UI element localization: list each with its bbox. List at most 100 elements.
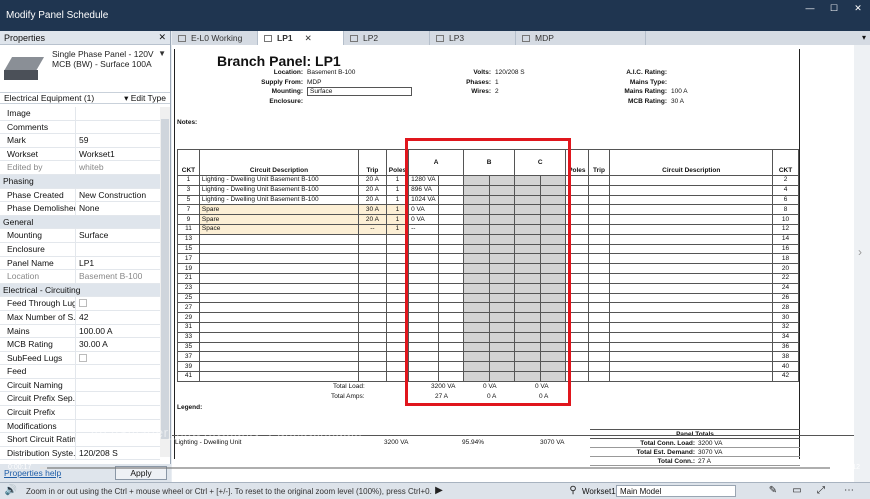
cell-ckt-r[interactable]: 34 (772, 331, 799, 343)
cell[interactable] (587, 184, 611, 196)
tab-lp3[interactable]: LP3 (430, 31, 516, 45)
cell[interactable] (609, 302, 774, 314)
cell-desc[interactable] (198, 272, 360, 284)
filter-icon[interactable]: ⚲ (566, 485, 580, 497)
cell-desc[interactable] (198, 233, 360, 245)
cell-ckt-r[interactable]: 40 (772, 361, 799, 372)
cell-ckt[interactable]: 37 (177, 351, 200, 363)
cell-ckt[interactable]: 33 (177, 331, 200, 343)
cell-ckt-r[interactable]: 24 (772, 282, 799, 294)
property-value[interactable]: Basement B-100 (76, 270, 160, 283)
cell-desc[interactable] (198, 321, 360, 333)
property-value[interactable]: 42 (76, 311, 160, 324)
property-value[interactable] (76, 365, 160, 378)
panel-schedule-view[interactable]: Branch Panel: LP1 Location: Basement B-10… (172, 45, 854, 482)
cell[interactable] (609, 341, 774, 353)
cell-trip[interactable]: 20 A (358, 184, 387, 196)
property-value[interactable] (76, 243, 160, 256)
cell-ckt-r[interactable]: 26 (772, 292, 799, 304)
video-progress[interactable]: 0:00:17 0:00:12 (0, 461, 870, 475)
cell-ckt[interactable]: 25 (177, 292, 200, 304)
cell-ckt-r[interactable]: 18 (772, 253, 799, 265)
cell-trip[interactable]: 20 A (358, 175, 387, 186)
cell-trip[interactable] (358, 272, 387, 284)
cell-ckt[interactable]: 15 (177, 243, 200, 255)
cell[interactable] (609, 312, 774, 323)
property-value[interactable] (76, 379, 160, 392)
checkbox[interactable] (79, 353, 87, 362)
property-value[interactable]: New Construction (76, 189, 160, 202)
cell-ckt[interactable]: 39 (177, 361, 200, 372)
property-value[interactable] (76, 406, 160, 419)
cell-ckt-r[interactable]: 16 (772, 243, 799, 255)
more-icon[interactable]: ⋯ (842, 485, 856, 497)
cell-desc[interactable] (198, 370, 360, 382)
cell-trip[interactable] (358, 370, 387, 382)
cell-desc[interactable] (198, 292, 360, 304)
cell[interactable] (609, 282, 774, 294)
cell-trip[interactable] (358, 321, 387, 333)
cell-trip[interactable] (358, 282, 387, 294)
cell[interactable] (609, 243, 774, 255)
cell[interactable] (587, 175, 611, 186)
volume-icon[interactable]: 🔊 (4, 485, 18, 497)
cell[interactable] (587, 243, 611, 255)
cell-ckt-r[interactable]: 6 (772, 194, 799, 206)
cell[interactable] (609, 272, 774, 284)
cell[interactable] (609, 331, 774, 343)
property-value[interactable]: Surface (76, 229, 160, 242)
cell-ckt[interactable]: 13 (177, 233, 200, 245)
cell-ckt[interactable]: 27 (177, 302, 200, 314)
cell-desc[interactable]: Space (198, 223, 360, 235)
cell[interactable] (587, 233, 611, 245)
cell-ckt[interactable]: 19 (177, 263, 200, 274)
edit-type-button[interactable]: ▾ Edit Type (124, 93, 166, 104)
cell[interactable] (609, 292, 774, 304)
cell-ckt-r[interactable]: 2 (772, 175, 799, 186)
cell-desc[interactable] (198, 331, 360, 343)
cell-ckt-r[interactable]: 36 (772, 341, 799, 353)
property-group-header[interactable]: Phasing (0, 174, 160, 189)
workset-indicator[interactable]: Workset1 (582, 487, 616, 496)
cell-desc[interactable] (198, 351, 360, 363)
cell[interactable] (587, 214, 611, 225)
cell-ckt-r[interactable]: 22 (772, 272, 799, 284)
cell-trip[interactable] (358, 312, 387, 323)
cell-trip[interactable] (358, 302, 387, 314)
cell-ckt-r[interactable]: 14 (772, 233, 799, 245)
maximize-button[interactable]: ☐ (822, 0, 846, 16)
cell-trip[interactable] (358, 243, 387, 255)
property-group-header[interactable]: Electrical - Circuiting (0, 283, 160, 298)
cell-ckt-r[interactable]: 8 (772, 204, 799, 216)
cell-trip[interactable]: -- (358, 223, 387, 235)
tabs-dropdown-icon[interactable]: ▾ (862, 33, 866, 42)
cell-ckt[interactable]: 17 (177, 253, 200, 265)
cell-ckt[interactable]: 23 (177, 282, 200, 294)
cell[interactable] (609, 194, 774, 206)
cell-trip[interactable] (358, 361, 387, 372)
checkbox[interactable] (79, 299, 87, 308)
tab-lp1[interactable]: LP1 ✕ (258, 31, 344, 45)
chevron-right-icon[interactable]: › (858, 245, 862, 259)
cell[interactable] (587, 331, 611, 343)
cell-ckt[interactable]: 29 (177, 312, 200, 323)
cell-ckt-r[interactable]: 28 (772, 302, 799, 314)
cell-desc[interactable] (198, 302, 360, 314)
cell-desc[interactable] (198, 253, 360, 265)
cell[interactable] (587, 351, 611, 363)
cell[interactable] (587, 272, 611, 284)
cell[interactable] (609, 351, 774, 363)
chevron-down-icon[interactable]: ▼ (158, 49, 166, 88)
cell[interactable] (587, 282, 611, 294)
pen-icon[interactable]: ✎ (766, 485, 780, 497)
cell-ckt-r[interactable]: 4 (772, 184, 799, 196)
cell-ckt[interactable]: 21 (177, 272, 200, 284)
cell-trip[interactable] (358, 292, 387, 304)
cell-trip[interactable]: 30 A (358, 204, 387, 216)
play-icon[interactable]: ▶ (432, 485, 446, 497)
cell-desc[interactable] (198, 312, 360, 323)
cell-desc[interactable] (198, 243, 360, 255)
cell-trip[interactable] (358, 341, 387, 353)
cell-desc[interactable] (198, 341, 360, 353)
property-value[interactable] (76, 392, 160, 405)
